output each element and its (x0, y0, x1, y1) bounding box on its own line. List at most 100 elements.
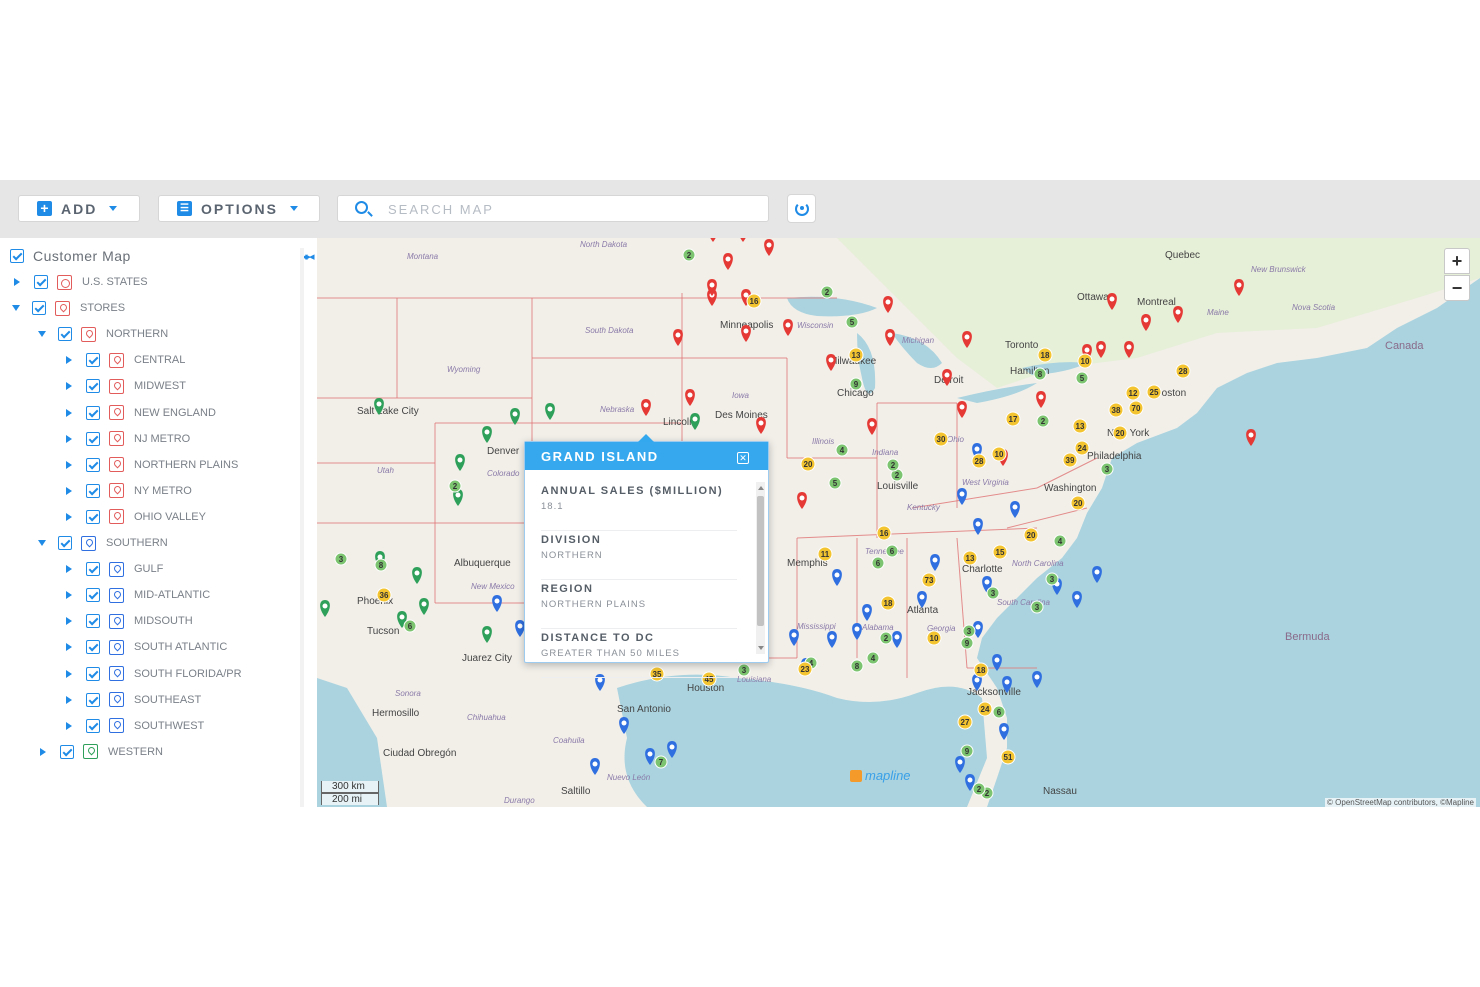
expand-arrow-icon[interactable] (40, 747, 46, 756)
expand-arrow-icon[interactable] (66, 669, 72, 678)
cluster-badge[interactable]: 12 (1125, 385, 1141, 401)
cluster-badge[interactable]: 13 (1072, 418, 1088, 434)
tree-item-stores[interactable]: STORES (12, 298, 125, 318)
layer-checkbox[interactable] (86, 431, 100, 446)
layer-checkbox[interactable] (86, 509, 100, 524)
tree-item-nj-metro[interactable]: NJ METRO (66, 429, 190, 449)
map-canvas[interactable]: QuebecOttawaMontrealTorontoHamiltonMinne… (317, 238, 1480, 807)
cluster-badge[interactable]: 20 (1070, 495, 1086, 511)
layer-checkbox[interactable] (86, 718, 100, 733)
store-pin[interactable] (827, 631, 837, 648)
store-pin[interactable] (892, 631, 902, 648)
cluster-badge[interactable]: 9 (849, 377, 863, 391)
cluster-badge[interactable]: 70 (1128, 400, 1144, 416)
cluster-badge[interactable]: 18 (973, 662, 989, 678)
store-pin[interactable] (492, 595, 502, 612)
expand-arrow-icon[interactable] (66, 460, 72, 469)
store-pin[interactable] (1141, 314, 1151, 331)
cluster-badge[interactable]: 8 (374, 558, 388, 572)
cluster-badge[interactable]: 3 (1100, 462, 1114, 476)
close-icon[interactable]: ✕ (737, 452, 749, 464)
store-pin[interactable] (1010, 501, 1020, 518)
refresh-button[interactable] (787, 194, 816, 223)
store-pin[interactable] (885, 329, 895, 346)
tree-item-southern[interactable]: SOUTHERN (38, 533, 168, 553)
collapse-arrow-icon[interactable] (12, 305, 20, 312)
add-button[interactable]: + ADD (18, 195, 140, 222)
cluster-badge[interactable]: 20 (800, 456, 816, 472)
cluster-badge[interactable]: 73 (921, 572, 937, 588)
store-pin[interactable] (1246, 429, 1256, 446)
store-pin[interactable] (962, 331, 972, 348)
cluster-badge[interactable]: 2 (972, 782, 986, 796)
store-pin[interactable] (957, 401, 967, 418)
store-pin[interactable] (992, 654, 1002, 671)
store-pin[interactable] (412, 567, 422, 584)
expand-arrow-icon[interactable] (66, 356, 72, 365)
cluster-badge[interactable]: 2 (682, 248, 696, 262)
store-pin[interactable] (764, 239, 774, 256)
cluster-badge[interactable]: 20 (1112, 425, 1128, 441)
store-pin[interactable] (1124, 341, 1134, 358)
cluster-badge[interactable]: 4 (1053, 534, 1067, 548)
expand-arrow-icon[interactable] (66, 565, 72, 574)
store-pin[interactable] (999, 723, 1009, 740)
cluster-badge[interactable]: 5 (845, 315, 859, 329)
expand-arrow-icon[interactable] (14, 278, 20, 286)
cluster-badge[interactable]: 3 (1030, 600, 1044, 614)
cluster-badge[interactable]: 2 (886, 458, 900, 472)
store-pin[interactable] (545, 403, 555, 420)
layer-checkbox[interactable] (58, 536, 72, 550)
store-pin[interactable] (930, 554, 940, 571)
layer-checkbox[interactable] (86, 457, 100, 472)
store-pin[interactable] (942, 369, 952, 386)
cluster-badge[interactable]: 2 (820, 285, 834, 299)
store-pin[interactable] (419, 598, 429, 615)
store-pin[interactable] (955, 756, 965, 773)
expand-arrow-icon[interactable] (66, 486, 72, 495)
cluster-badge[interactable]: 18 (880, 595, 896, 611)
cluster-badge[interactable]: 16 (876, 525, 892, 541)
store-pin[interactable] (973, 518, 983, 535)
store-pin[interactable] (741, 325, 751, 342)
store-pin[interactable] (1036, 391, 1046, 408)
cluster-badge[interactable]: 3 (986, 586, 1000, 600)
tree-item-central[interactable]: CENTRAL (66, 350, 185, 370)
expand-arrow-icon[interactable] (66, 695, 72, 704)
cluster-badge[interactable]: 6 (992, 705, 1006, 719)
store-pin[interactable] (862, 604, 872, 621)
cluster-badge[interactable]: 10 (991, 446, 1007, 462)
cluster-badge[interactable]: 4 (835, 443, 849, 457)
layer-checkbox[interactable] (86, 614, 100, 629)
tree-item-midwest[interactable]: MIDWEST (66, 376, 186, 396)
store-pin[interactable] (673, 329, 683, 346)
tree-item-mid-atlantic[interactable]: MID-ATLANTIC (66, 585, 210, 605)
cluster-badge[interactable]: 30 (933, 431, 949, 447)
store-pin[interactable] (667, 741, 677, 758)
layer-checkbox[interactable] (86, 405, 100, 420)
expand-arrow-icon[interactable] (66, 591, 72, 600)
store-pin[interactable] (590, 758, 600, 775)
store-pin[interactable] (641, 399, 651, 416)
cluster-badge[interactable]: 3 (334, 552, 348, 566)
store-pin[interactable] (320, 600, 330, 617)
cluster-badge[interactable]: 8 (1033, 367, 1047, 381)
checkbox-customer-map[interactable] (10, 249, 24, 263)
store-pin[interactable] (645, 748, 655, 765)
cluster-badge[interactable]: 18 (1037, 347, 1053, 363)
layer-checkbox[interactable] (86, 666, 100, 681)
cluster-badge[interactable]: 3 (737, 663, 751, 677)
tree-item-southwest[interactable]: SOUTHWEST (66, 716, 204, 736)
cluster-badge[interactable]: 24 (977, 701, 993, 717)
store-pin[interactable] (482, 626, 492, 643)
layer-checkbox[interactable] (34, 275, 48, 289)
cluster-badge[interactable]: 28 (1175, 363, 1191, 379)
cluster-badge[interactable]: 2 (879, 631, 893, 645)
layer-checkbox[interactable] (86, 562, 100, 577)
store-pin[interactable] (690, 413, 700, 430)
tree-item-midsouth[interactable]: MIDSOUTH (66, 611, 193, 631)
tree-item-south-atlantic[interactable]: SOUTH ATLANTIC (66, 637, 227, 657)
store-pin[interactable] (789, 629, 799, 646)
store-pin[interactable] (619, 717, 629, 734)
cluster-badge[interactable]: 51 (1000, 749, 1016, 765)
